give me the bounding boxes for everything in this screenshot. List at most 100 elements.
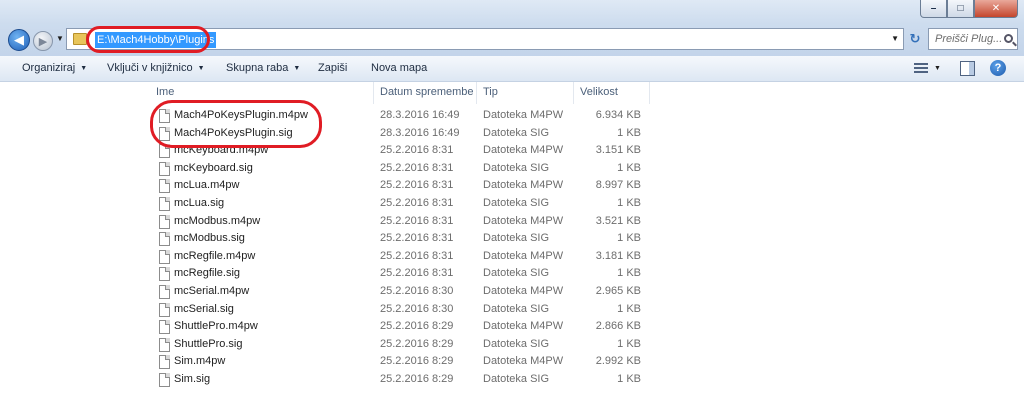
chevron-down-icon[interactable]: ▼ xyxy=(934,65,941,72)
column-size[interactable]: Velikost xyxy=(574,82,650,104)
view-icon[interactable] xyxy=(914,63,928,75)
file-icon xyxy=(159,337,170,352)
file-date: 25.2.2016 8:31 xyxy=(380,144,454,157)
file-name: ShuttlePro.sig xyxy=(174,337,243,350)
file-row[interactable]: mcModbus.m4pw 25.2.2016 8:31 Datoteka M4PW… xyxy=(150,213,650,231)
organize-label: Organiziraj xyxy=(22,62,76,74)
file-type: Datoteka M4PW xyxy=(483,320,564,333)
file-size: 1 KB xyxy=(617,302,641,315)
file-size: 1 KB xyxy=(617,337,641,350)
file-name: mcSerial.sig xyxy=(174,302,234,315)
file-row[interactable]: Sim.m4pw 25.2.2016 8:29 Datoteka M4PW 2.992… xyxy=(150,353,650,371)
file-type: Datoteka M4PW xyxy=(483,355,564,368)
file-row[interactable]: mcLua.m4pw 25.2.2016 8:31 Datoteka M4PW 8.9… xyxy=(150,177,650,195)
highlight-oval-path xyxy=(86,26,210,53)
file-date: 25.2.2016 8:31 xyxy=(380,267,454,280)
minimize-button[interactable]: – xyxy=(920,0,947,18)
column-type[interactable]: Tip xyxy=(477,82,574,104)
file-size: 1 KB xyxy=(617,267,641,280)
file-name: mcKeyboard.sig xyxy=(174,161,253,174)
file-row[interactable]: mcModbus.sig 25.2.2016 8:31 Datoteka SIG 1 … xyxy=(150,230,650,248)
file-date: 25.2.2016 8:31 xyxy=(380,179,454,192)
include-library-label: Vključi v knjižnico xyxy=(107,62,193,74)
file-rows: Mach4PoKeysPlugin.m4pw 28.3.2016 16:49 Dat… xyxy=(150,107,650,389)
file-date: 25.2.2016 8:29 xyxy=(380,337,454,350)
file-date: 25.2.2016 8:31 xyxy=(380,214,454,227)
search-input[interactable]: Preišči Plug... xyxy=(928,28,1018,50)
command-bar: Organiziraj ▼ Vključi v knjižnico ▼ Skupna… xyxy=(0,56,1024,82)
include-library-button[interactable]: Vključi v knjižnico ▼ xyxy=(107,62,205,74)
file-date: 25.2.2016 8:30 xyxy=(380,284,454,297)
file-name: mcRegfile.sig xyxy=(174,267,241,280)
window-controls: – □ ✕ xyxy=(920,0,1018,18)
folder-icon xyxy=(73,33,87,45)
file-size: 1 KB xyxy=(617,372,641,385)
search-icon[interactable] xyxy=(1004,34,1013,43)
file-date: 28.3.2016 16:49 xyxy=(380,109,460,121)
file-name: mcRegfile.m4pw xyxy=(174,249,256,262)
file-row[interactable]: ShuttlePro.m4pw 25.2.2016 8:29 Datoteka M4… xyxy=(150,318,650,336)
file-icon xyxy=(159,214,170,229)
file-row[interactable]: Sim.sig 25.2.2016 8:29 Datoteka SIG 1 KB xyxy=(150,371,650,389)
file-name: mcModbus.m4pw xyxy=(174,214,261,227)
file-size: 1 KB xyxy=(617,126,641,139)
file-row[interactable]: mcKeyboard.sig 25.2.2016 8:31 Datoteka SIG… xyxy=(150,160,650,178)
burn-button[interactable]: Zapiši xyxy=(318,62,347,74)
file-date: 25.2.2016 8:29 xyxy=(380,320,454,333)
file-size: 2.965 KB xyxy=(595,284,641,297)
refresh-icon[interactable]: ↻ xyxy=(906,30,924,48)
file-row[interactable]: mcSerial.sig 25.2.2016 8:30 Datoteka SIG 1 … xyxy=(150,301,650,319)
title-bar: – □ ✕ xyxy=(0,0,1024,24)
share-label: Skupna raba xyxy=(226,62,289,74)
file-type: Datoteka M4PW xyxy=(483,144,564,157)
address-dropdown[interactable]: ▼ xyxy=(891,34,899,43)
file-type: Datoteka SIG xyxy=(483,337,550,350)
forward-icon[interactable]: ▶ xyxy=(33,31,53,51)
maximize-button[interactable]: □ xyxy=(947,0,974,18)
file-size: 6.934 KB xyxy=(595,109,641,121)
file-name: ShuttlePro.m4pw xyxy=(174,320,258,333)
file-row[interactable]: mcRegfile.sig 25.2.2016 8:31 Datoteka SIG 1… xyxy=(150,265,650,283)
file-size: 8.997 KB xyxy=(595,179,641,192)
file-type: Datoteka SIG xyxy=(483,196,550,209)
chevron-down-icon: ▼ xyxy=(80,64,88,72)
file-icon xyxy=(159,249,170,264)
chevron-down-icon: ▼ xyxy=(293,64,301,72)
file-name: mcLua.m4pw xyxy=(174,179,240,192)
file-name: mcSerial.m4pw xyxy=(174,284,250,297)
back-icon[interactable]: ◀ xyxy=(8,29,30,51)
file-date: 25.2.2016 8:31 xyxy=(380,196,454,209)
file-date: 25.2.2016 8:31 xyxy=(380,161,454,174)
file-date: 25.2.2016 8:31 xyxy=(380,249,454,262)
organize-button[interactable]: Organiziraj ▼ xyxy=(22,62,87,74)
close-button[interactable]: ✕ xyxy=(974,0,1018,18)
share-button[interactable]: Skupna raba ▼ xyxy=(226,62,300,74)
file-row[interactable]: mcLua.sig 25.2.2016 8:31 Datoteka SIG 1 KB xyxy=(150,195,650,213)
column-date[interactable]: Datum spremembe xyxy=(374,82,477,104)
file-size: 3.521 KB xyxy=(595,214,641,227)
file-size: 2.866 KB xyxy=(595,320,641,333)
file-icon xyxy=(159,161,170,176)
file-icon xyxy=(159,302,170,317)
highlight-oval-files xyxy=(150,100,322,148)
file-type: Datoteka M4PW xyxy=(483,179,564,192)
file-name: Sim.m4pw xyxy=(174,355,226,368)
file-name: mcModbus.sig xyxy=(174,232,245,245)
file-row[interactable]: mcRegfile.m4pw 25.2.2016 8:31 Datoteka M4P… xyxy=(150,248,650,266)
file-name: mcLua.sig xyxy=(174,196,225,209)
file-size: 2.992 KB xyxy=(595,355,641,368)
chevron-down-icon: ▼ xyxy=(197,64,205,72)
file-name: Sim.sig xyxy=(174,372,211,385)
help-icon[interactable]: ? xyxy=(990,60,1006,76)
file-row[interactable]: mcSerial.m4pw 25.2.2016 8:30 Datoteka M4PW… xyxy=(150,283,650,301)
file-type: Datoteka SIG xyxy=(483,126,550,139)
file-row[interactable]: ShuttlePro.sig 25.2.2016 8:29 Datoteka SIG… xyxy=(150,336,650,354)
file-icon xyxy=(159,179,170,194)
file-date: 25.2.2016 8:29 xyxy=(380,355,454,368)
file-icon xyxy=(159,267,170,282)
file-type: Datoteka SIG xyxy=(483,302,550,315)
file-type: Datoteka SIG xyxy=(483,232,550,245)
recent-pages-dropdown[interactable]: ▼ xyxy=(56,34,64,43)
preview-pane-icon[interactable] xyxy=(960,61,975,76)
new-folder-button[interactable]: Nova mapa xyxy=(371,62,427,74)
